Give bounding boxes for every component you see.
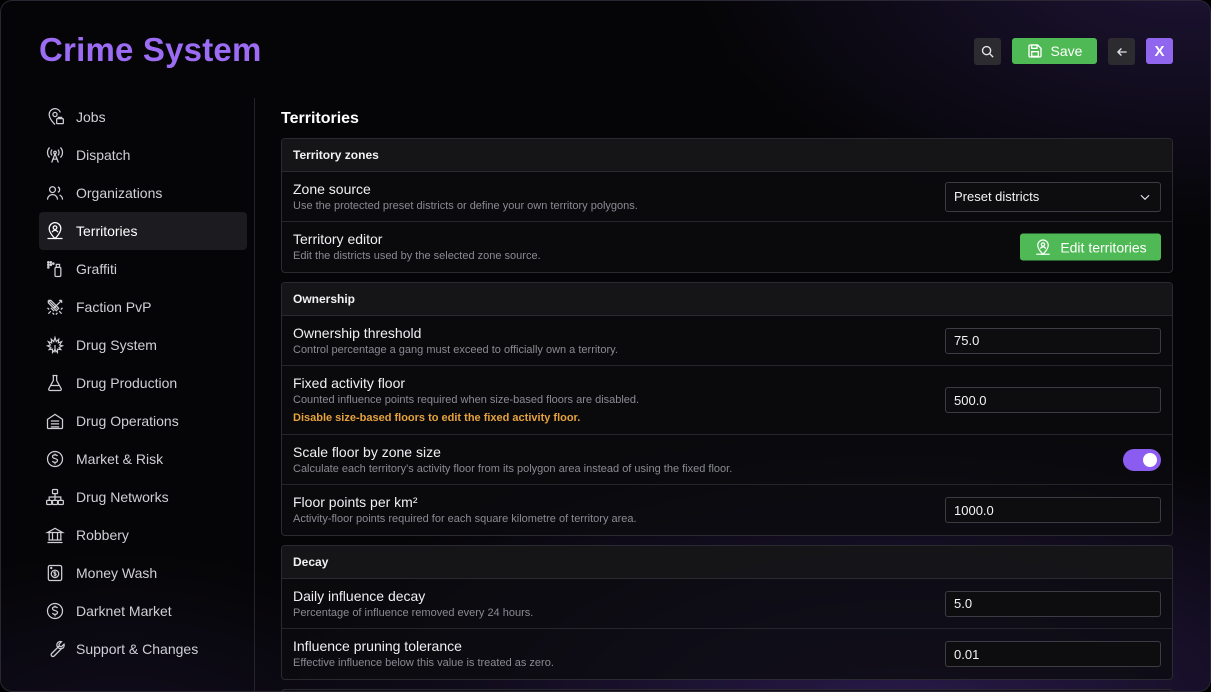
floppy-disk-icon — [1027, 44, 1042, 58]
chevron-down-icon — [1140, 194, 1150, 200]
wrench-icon — [50, 640, 65, 658]
antenna-icon — [46, 147, 64, 163]
setting-label: Scale floor by zone size — [293, 444, 441, 460]
daily-influence-decay-input[interactable]: 5.0 — [945, 590, 1161, 617]
crossed-swords-icon — [47, 299, 63, 315]
setting-ownership-threshold: Ownership threshold Control percentage a… — [282, 316, 1172, 366]
map-pin-user-icon — [1036, 238, 1051, 255]
scale-floor-toggle[interactable] — [1123, 448, 1161, 471]
sidebar-item-drug-production[interactable]: Drug Production — [39, 364, 247, 402]
sidebar-divider — [254, 98, 255, 691]
sidebar-item-label: Drug System — [76, 337, 157, 353]
warning-text: Disable size-based floors to edit the fi… — [293, 412, 581, 424]
sidebar-item-label: Robbery — [76, 527, 129, 543]
section-ownership: Ownership Ownership threshold Control pe… — [281, 282, 1173, 536]
washing-machine-icon — [47, 564, 63, 582]
page-title: Territories — [281, 110, 359, 127]
sidebar-item-label: Territories — [76, 223, 138, 239]
setting-fixed-activity-floor: Fixed activity floor Counted influence p… — [282, 366, 1172, 435]
search-button[interactable] — [974, 38, 1001, 65]
bank-icon — [45, 527, 65, 544]
sidebar-item-faction-pvp[interactable]: Faction PvP — [39, 288, 247, 326]
sidebar-item-label: Money Wash — [76, 565, 158, 581]
sidebar-item-label: Drug Production — [76, 375, 178, 391]
sidebar-item-jobs[interactable]: Jobs — [39, 98, 247, 136]
sidebar-item-organizations[interactable]: Organizations — [39, 174, 247, 212]
sidebar-item-label: Drug Networks — [76, 489, 169, 505]
zone-source-select[interactable]: Preset districts — [945, 181, 1161, 212]
main-content: Territories Territory zones Zone source … — [281, 109, 1173, 691]
sidebar-item-drug-networks[interactable]: Drug Networks — [39, 478, 247, 516]
select-value: Preset districts — [954, 189, 1040, 204]
network-icon — [46, 488, 64, 506]
sidebar-item-label: Dispatch — [76, 147, 131, 163]
setting-floor-points-per-km: Floor points per km² Activity-floor poin… — [282, 485, 1172, 535]
spray-can-icon — [47, 261, 62, 278]
section-header: Ownership — [282, 283, 1172, 316]
sidebar-item-label: Support & Changes — [76, 641, 199, 657]
toggle-knob — [1143, 452, 1157, 467]
sidebar-nav: Jobs Dispatch Organizations Territories … — [39, 98, 247, 668]
sidebar-item-label: Faction PvP — [76, 299, 152, 315]
fixed-activity-floor-input[interactable]: 500.0 — [945, 387, 1161, 413]
setting-influence-pruning-tolerance: Influence pruning tolerance Effective in… — [282, 629, 1172, 679]
arrow-left-icon — [1116, 47, 1127, 56]
sidebar-item-support-changes[interactable]: Support & Changes — [39, 630, 247, 668]
sidebar-item-label: Graffiti — [76, 261, 117, 277]
setting-daily-influence-decay: Daily influence decay Percentage of infl… — [282, 579, 1172, 629]
setting-description: Calculate each territory's activity floo… — [293, 463, 733, 475]
save-button-label: Save — [1050, 43, 1083, 59]
sidebar-item-territories[interactable]: Territories — [39, 212, 247, 250]
setting-zone-source: Zone source Use the protected preset dis… — [282, 172, 1172, 222]
sidebar-item-dispatch[interactable]: Dispatch — [39, 136, 247, 174]
building-icon — [46, 413, 64, 430]
sidebar-item-drug-system[interactable]: Drug System — [39, 326, 247, 364]
sidebar-item-money-wash[interactable]: Money Wash — [39, 554, 247, 592]
influence-pruning-tolerance-input[interactable]: 0.01 — [945, 641, 1161, 667]
sidebar-item-label: Market & Risk — [76, 451, 164, 467]
setting-territory-editor: Territory editor Edit the districts used… — [282, 222, 1172, 272]
dollar-circle-icon — [46, 450, 64, 468]
leaf-icon — [45, 335, 65, 355]
map-pin-user-icon — [47, 222, 63, 240]
section-territory-zones: Territory zones Zone source Use the prot… — [281, 138, 1173, 273]
section-header: Territory zones — [282, 139, 1172, 172]
sidebar-item-darknet-market[interactable]: Darknet Market — [39, 592, 247, 630]
sidebar-item-label: Organizations — [76, 185, 163, 201]
sidebar-item-drug-operations[interactable]: Drug Operations — [39, 402, 247, 440]
sidebar-item-label: Jobs — [76, 109, 106, 125]
setting-scale-floor: Scale floor by zone size Calculate each … — [282, 435, 1172, 485]
back-button[interactable] — [1108, 38, 1135, 65]
sidebar-item-market-risk[interactable]: Market & Risk — [39, 440, 247, 478]
edit-territories-button[interactable]: Edit territories — [1020, 233, 1161, 261]
app-title: Crime System — [39, 31, 262, 68]
dollar-circle-icon — [46, 602, 64, 620]
close-button[interactable]: X — [1146, 38, 1173, 64]
flask-icon — [48, 374, 62, 392]
users-icon — [46, 186, 64, 200]
edit-territories-label: Edit territories — [1060, 239, 1147, 255]
sidebar-item-graffiti[interactable]: Graffiti — [39, 250, 247, 288]
search-icon — [981, 45, 994, 58]
sidebar-item-robbery[interactable]: Robbery — [39, 516, 247, 554]
section-header: Decay — [282, 546, 1172, 579]
save-button[interactable]: Save — [1012, 38, 1097, 64]
sidebar-item-label: Drug Operations — [76, 413, 179, 429]
floor-points-per-km-input[interactable]: 1000.0 — [945, 497, 1161, 523]
sidebar-item-label: Darknet Market — [76, 603, 172, 619]
section-decay: Decay Daily influence decay Percentage o… — [281, 545, 1173, 680]
app-window: Crime System Save X Jobs Dispatch Organi… — [0, 0, 1211, 692]
ownership-threshold-input[interactable]: 75.0 — [945, 327, 1161, 354]
map-pin-briefcase-icon — [48, 108, 64, 125]
